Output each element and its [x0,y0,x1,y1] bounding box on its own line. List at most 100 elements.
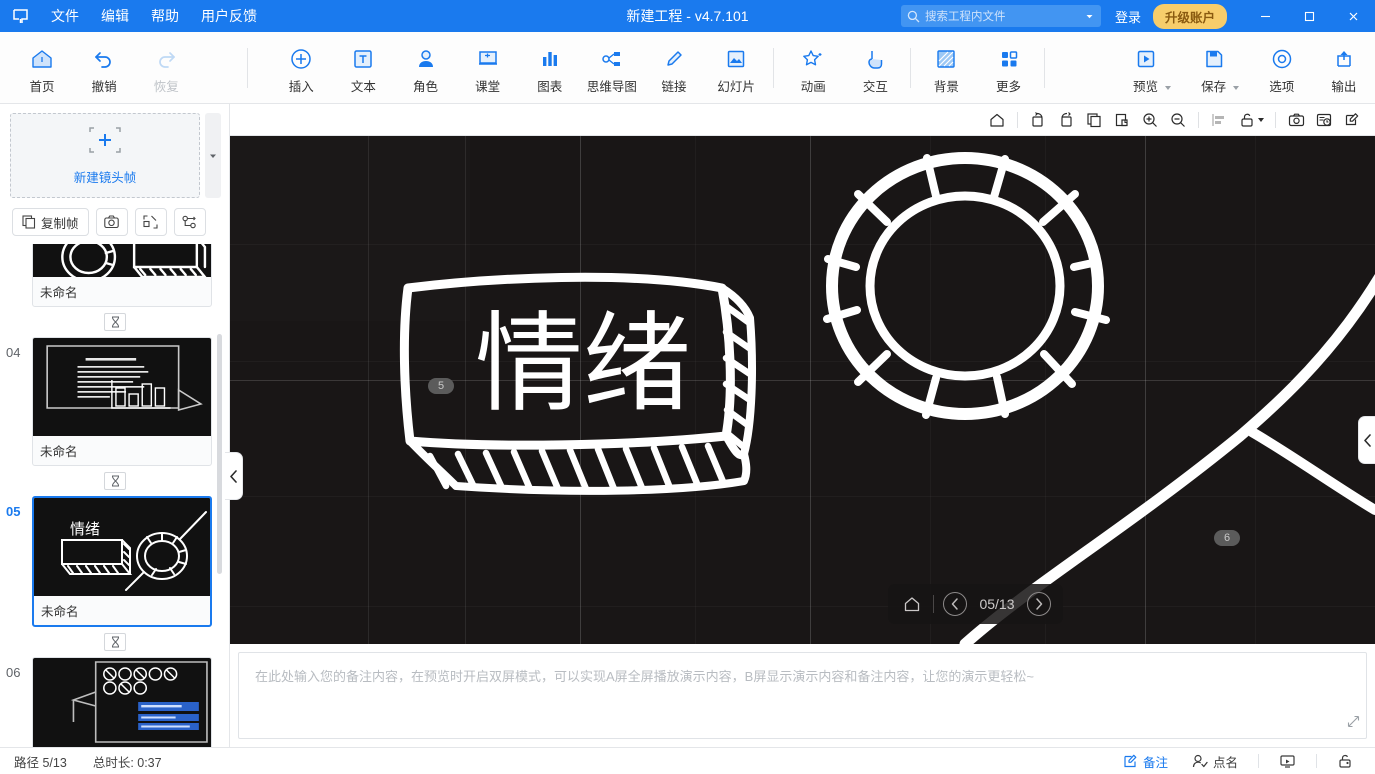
ribbon-separator [247,47,249,88]
ribbon-insert-label: 插入 [288,79,314,94]
ribbon-save[interactable]: 保存 [1183,34,1245,102]
slide-item[interactable]: 04 未命名 [0,337,229,466]
window-minimize-button[interactable] [1243,0,1287,32]
screen-icon [1280,754,1295,768]
ribbon-link[interactable]: 链接 [643,34,705,102]
canvas-nav-counter: 05/13 [979,596,1015,612]
ribbon-preview[interactable]: 预览 [1114,34,1176,102]
slide-thumbnail: 情绪 [34,498,210,596]
status-lock-button[interactable] [1327,748,1363,774]
path-icon [182,215,196,229]
sidebar-collapse-button[interactable] [225,452,243,500]
chevron-down-icon[interactable] [1232,85,1239,90]
edit-icon [1345,112,1359,125]
window-close-button[interactable] [1331,0,1375,32]
duplicate-frame-label: 复制帧 [41,216,79,231]
status-notes-button[interactable]: 备注 [1113,748,1178,774]
sidebar-scrollbar[interactable] [217,334,222,574]
status-rollcall-button[interactable]: 点名 [1182,748,1248,774]
notes-input[interactable]: 在此处输入您的备注内容，在预览时开启双屏模式，可以实现A屏全屏播放演示内容，B屏… [238,652,1367,739]
ribbon-options-label: 选项 [1269,79,1295,94]
new-camera-frame-button[interactable]: 新建镜头帧 [10,113,200,198]
ribbon-background[interactable]: 背景 [915,34,977,102]
rotate-left-button[interactable] [1025,108,1051,132]
canvas-nav-next-button[interactable] [1027,592,1051,616]
snapshot-button[interactable] [1283,108,1309,132]
copy-icon [1087,112,1101,127]
ribbon-undo[interactable]: 撤销 [73,34,135,102]
slide-item-active[interactable]: 05 情绪 未命名 [0,496,229,627]
login-button[interactable]: 登录 [1115,7,1141,26]
canvas-toolbar [230,104,1375,136]
canvas-nav-home-button[interactable] [900,592,924,616]
ribbon-home[interactable]: 首页 [11,34,73,102]
menu-feedback[interactable]: 用户反馈 [190,0,268,32]
duplicate-frame-button[interactable]: 复制帧 [12,208,89,236]
ribbon-chart[interactable]: 图表 [519,34,581,102]
slide-icon [724,41,748,71]
slide-item[interactable]: 06 [0,657,229,747]
edit-button[interactable] [1339,108,1365,132]
zoom-in-button[interactable] [1137,108,1163,132]
slide-canvas[interactable]: 情绪 5 6 05/13 [230,136,1375,644]
ribbon-animation[interactable]: 动画 [782,34,844,102]
zoom-out-button[interactable] [1165,108,1191,132]
chevron-down-icon[interactable] [1257,117,1264,122]
slide-item[interactable]: 未命名 [0,244,229,307]
ribbon-slide[interactable]: 幻灯片 [705,34,767,102]
search-input[interactable]: 搜索工程内文件 [900,5,1101,27]
toolbar-separator [1017,111,1018,128]
ribbon-interaction-label: 交互 [862,79,888,94]
copy-button[interactable] [1081,108,1107,132]
interaction-hand-icon [863,41,887,71]
link-icon [662,41,686,71]
window-maximize-button[interactable] [1287,0,1331,32]
upgrade-account-button[interactable]: 升级账户 [1152,3,1227,29]
slide-card[interactable]: 情绪 未命名 [32,496,212,627]
right-panel-collapse-button[interactable] [1358,416,1375,464]
ribbon-separator [773,47,775,88]
frame-badge-6[interactable]: 6 [1214,530,1241,546]
ribbon-insert[interactable]: 插入 [270,34,332,102]
lock-button[interactable] [1234,108,1268,132]
timeline-button[interactable] [1311,108,1337,132]
ribbon-more[interactable]: 更多 [977,34,1039,102]
ribbon-mindmap[interactable]: 思维导图 [581,34,643,102]
paste-button[interactable] [1109,108,1135,132]
slide-card[interactable]: 未命名 [32,657,212,747]
canvas-home-button[interactable] [984,108,1010,132]
slide-card[interactable]: 未命名 [32,244,212,307]
ribbon-text-label: 文本 [350,79,376,94]
ribbon-character[interactable]: 角色 [395,34,457,102]
ribbon-redo[interactable]: 恢复 [135,34,197,102]
frames-sidebar: 新建镜头帧 复制帧 未命名 04 未命名 05 情绪 未命名 06 [0,104,230,747]
chevron-down-icon[interactable] [1084,11,1095,22]
frames-scroll-down-button[interactable] [205,113,221,198]
menu-edit[interactable]: 编辑 [90,0,140,32]
capture-frame-button[interactable] [95,208,128,236]
camera-icon [1288,113,1304,126]
ribbon-classroom[interactable]: 课堂 [457,34,519,102]
fit-frame-button[interactable] [134,208,167,236]
ribbon-interaction[interactable]: 交互 [844,34,906,102]
menu-file[interactable]: 文件 [40,0,90,32]
chevron-down-icon[interactable] [1164,85,1171,90]
hourglass-icon[interactable] [104,313,126,331]
ribbon-redo-label: 恢复 [153,79,179,94]
ribbon-export[interactable]: 输出 [1313,34,1375,102]
menu-help[interactable]: 帮助 [140,0,190,32]
slide-card[interactable]: 未命名 [32,337,212,466]
ribbon-text[interactable]: 文本 [332,34,394,102]
ribbon-background-label: 背景 [933,79,959,94]
status-screen-button[interactable] [1269,748,1306,774]
ribbon-options[interactable]: 选项 [1251,34,1313,102]
canvas-nav-prev-button[interactable] [943,592,967,616]
frame-badge-5[interactable]: 5 [428,378,455,394]
hourglass-icon[interactable] [104,472,126,490]
hourglass-icon[interactable] [104,633,126,651]
align-button[interactable] [1206,108,1232,132]
resize-handle-icon[interactable] [1347,715,1360,733]
rotate-right-button[interactable] [1053,108,1079,132]
path-button[interactable] [173,208,206,236]
slide-thumbnail-list[interactable]: 未命名 04 未命名 05 情绪 未命名 06 [0,244,229,747]
